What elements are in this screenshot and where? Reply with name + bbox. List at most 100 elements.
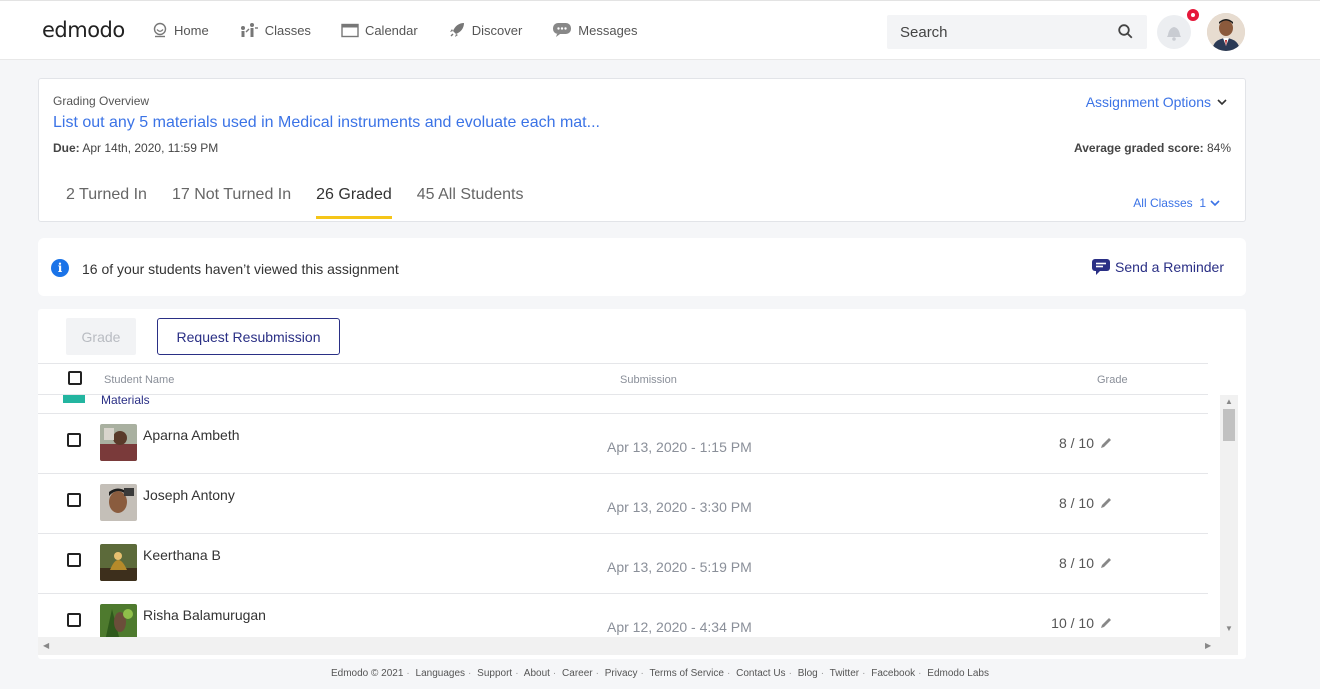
column-student-name[interactable]: Student Name — [104, 374, 174, 386]
all-classes-dropdown[interactable]: All Classes 1 — [1133, 196, 1221, 210]
footer-link-languages[interactable]: Languages — [416, 668, 466, 679]
student-avatar[interactable] — [100, 484, 137, 521]
materials-block — [63, 395, 85, 403]
pencil-icon[interactable] — [1099, 556, 1113, 570]
assignment-options-dropdown[interactable]: Assignment Options — [1086, 94, 1229, 110]
average-score: Average graded score: 84% — [1074, 141, 1231, 155]
calendar-icon — [341, 23, 359, 38]
partial-row-text: Materials — [101, 395, 150, 407]
scroll-up-arrow-icon[interactable]: ▲ — [1225, 397, 1233, 406]
edmodo-logo[interactable]: edmodo — [42, 18, 125, 42]
nav-messages-label: Messages — [578, 22, 638, 38]
user-photo-icon — [1207, 13, 1245, 51]
nav-messages[interactable]: Messages — [552, 21, 638, 39]
all-classes-count: 1 — [1199, 196, 1206, 210]
search-input[interactable] — [887, 15, 1087, 49]
tab-graded[interactable]: 26 Graded — [316, 186, 392, 222]
pencil-icon[interactable] — [1099, 616, 1113, 630]
student-name[interactable]: Risha Balamurugan — [143, 607, 266, 623]
nav-calendar-label: Calendar — [364, 22, 418, 38]
vertical-scrollbar[interactable]: ▲ ▼ — [1220, 395, 1238, 637]
due-value: Apr 14th, 2020, 11:59 PM — [82, 141, 219, 155]
footer-link-facebook[interactable]: Facebook — [871, 668, 915, 679]
table-row[interactable]: Joseph Antony Apr 13, 2020 - 3:30 PM 8 /… — [38, 473, 1208, 533]
all-classes-label: All Classes — [1133, 196, 1193, 210]
student-avatar[interactable] — [100, 424, 137, 461]
chat-bubble-icon — [1092, 259, 1111, 275]
student-name[interactable]: Joseph Antony — [143, 487, 235, 503]
table-row[interactable]: Aparna Ambeth Apr 13, 2020 - 1:15 PM 8 /… — [38, 413, 1208, 473]
not-viewed-message: 16 of your students haven’t viewed this … — [82, 261, 399, 277]
chevron-down-icon — [1210, 200, 1220, 207]
nav-calendar[interactable]: Calendar — [341, 21, 418, 39]
grade-value[interactable]: 8 / 10 — [1059, 435, 1113, 451]
pencil-icon[interactable] — [1099, 496, 1113, 510]
row-checkbox[interactable] — [67, 493, 81, 507]
student-photo-icon — [100, 604, 137, 637]
nav-home[interactable]: Home — [152, 21, 209, 39]
grade-value[interactable]: 8 / 10 — [1059, 555, 1113, 571]
tab-not-turned-in[interactable]: 17 Not Turned In — [172, 186, 291, 222]
average-score-value: 84% — [1206, 141, 1231, 155]
nav-discover[interactable]: Discover — [448, 21, 523, 39]
submission-time: Apr 13, 2020 - 1:15 PM — [607, 439, 752, 455]
student-name[interactable]: Aparna Ambeth — [143, 427, 240, 443]
student-avatar[interactable] — [100, 544, 137, 581]
footer-link-twitter[interactable]: Twitter — [830, 668, 859, 679]
footer-link-career[interactable]: Career — [562, 668, 593, 679]
average-score-label: Average graded score: — [1074, 141, 1204, 155]
messages-icon — [553, 23, 572, 37]
footer-link-blog[interactable]: Blog — [798, 668, 818, 679]
send-reminder-label: Send a Reminder — [1115, 259, 1224, 275]
footer-link-terms[interactable]: Terms of Service — [650, 668, 724, 679]
pencil-icon[interactable] — [1099, 436, 1113, 450]
column-grade[interactable]: Grade — [1097, 374, 1128, 386]
due-label: Due: — [53, 141, 80, 155]
grade-text: 8 / 10 — [1058, 555, 1094, 571]
row-checkbox[interactable] — [67, 613, 81, 627]
nav-discover-label: Discover — [471, 22, 523, 38]
table-body: Materials Aparna Ambeth Apr 13, 2020 - 1… — [38, 395, 1208, 637]
submission-tabs: 2 Turned In 17 Not Turned In 26 Graded 4… — [66, 186, 549, 222]
scroll-right-arrow-icon[interactable]: ▶ — [1205, 641, 1211, 650]
assignment-title-link[interactable]: List out any 5 materials used in Medical… — [53, 114, 600, 132]
footer: Edmodo © 2021 · Languages · Support · About… — [331, 668, 989, 679]
request-resubmission-button[interactable]: Request Resubmission — [157, 318, 340, 355]
send-reminder-button[interactable]: Send a Reminder — [1091, 258, 1224, 276]
horizontal-scrollbar[interactable]: ◀ ▶ — [38, 637, 1238, 655]
grade-value[interactable]: 10 / 10 — [1051, 615, 1113, 631]
table-row[interactable]: Risha Balamurugan Apr 12, 2020 - 4:34 PM… — [38, 593, 1208, 637]
notification-badge — [1185, 7, 1201, 23]
due-date: Due: Apr 14th, 2020, 11:59 PM — [53, 141, 218, 155]
column-submission[interactable]: Submission — [620, 374, 677, 386]
select-all-checkbox[interactable] — [68, 371, 82, 385]
footer-link-about[interactable]: About — [524, 668, 550, 679]
footer-link-contact[interactable]: Contact Us — [736, 668, 785, 679]
scroll-down-arrow-icon[interactable]: ▼ — [1225, 624, 1233, 633]
search-icon[interactable] — [1118, 24, 1133, 39]
nav-home-label: Home — [174, 22, 209, 38]
grade-value[interactable]: 8 / 10 — [1059, 495, 1113, 511]
grade-text: 8 / 10 — [1058, 495, 1094, 511]
nav-classes[interactable]: Classes — [239, 21, 311, 39]
grading-overview-label: Grading Overview — [53, 94, 150, 108]
assignment-options-label: Assignment Options — [1085, 94, 1211, 110]
main-nav: Home Classes Calendar Discover Messages — [152, 21, 668, 39]
submission-time: Apr 13, 2020 - 5:19 PM — [607, 559, 752, 575]
vertical-scroll-thumb[interactable] — [1223, 409, 1235, 441]
user-avatar[interactable] — [1207, 13, 1245, 51]
row-checkbox[interactable] — [67, 433, 81, 447]
footer-link-edmodo-labs[interactable]: Edmodo Labs — [927, 668, 989, 679]
scroll-left-arrow-icon[interactable]: ◀ — [43, 641, 49, 650]
footer-link-support[interactable]: Support — [477, 668, 512, 679]
student-avatar[interactable] — [100, 604, 137, 637]
grade-button[interactable]: Grade — [66, 318, 136, 355]
student-name[interactable]: Keerthana B — [143, 547, 221, 563]
tab-all-students[interactable]: 45 All Students — [417, 186, 524, 222]
footer-copyright: Edmodo © 2021 — [331, 668, 404, 679]
grading-overview-card: Grading Overview List out any 5 material… — [38, 78, 1246, 222]
footer-link-privacy[interactable]: Privacy — [605, 668, 638, 679]
table-row[interactable]: Keerthana B Apr 13, 2020 - 5:19 PM 8 / 1… — [38, 533, 1208, 593]
row-checkbox[interactable] — [67, 553, 81, 567]
tab-turned-in[interactable]: 2 Turned In — [66, 186, 147, 222]
